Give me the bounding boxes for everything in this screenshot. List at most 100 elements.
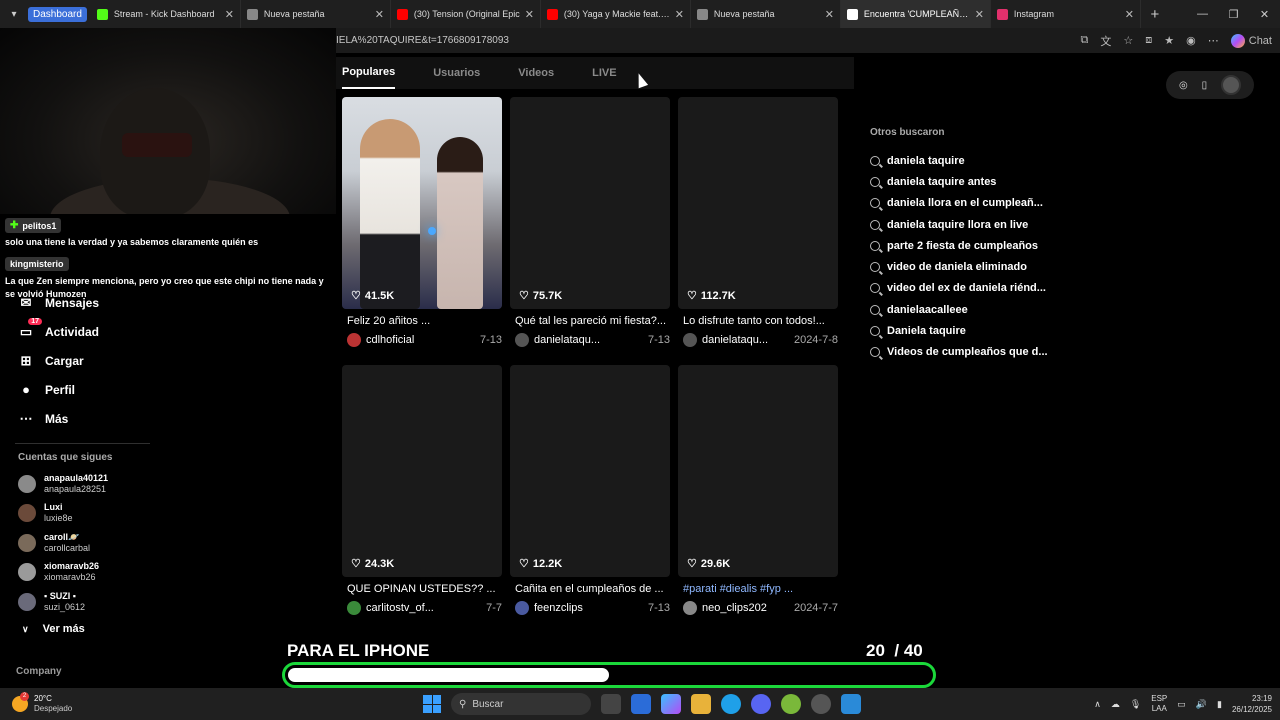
video-card[interactable]: ♡ 75.7K Qué tal les pareció mi fiesta?... d… [510, 97, 670, 347]
task-view-icon[interactable] [601, 694, 621, 714]
browser-tab[interactable]: Nueva pestaña ✕ [241, 0, 391, 28]
open-in-app-icon[interactable]: ⧉ [1081, 34, 1089, 47]
browser-tab[interactable]: Encuentra 'CUMPLEAÑOS DE D ✕ [840, 0, 991, 28]
author-name[interactable]: cdlhoficial [366, 334, 476, 346]
volume-icon[interactable]: 🔊 [1196, 699, 1207, 710]
author-name[interactable]: feenzclips [534, 602, 644, 614]
minimize-button[interactable]: — [1187, 8, 1218, 21]
author-avatar[interactable] [683, 601, 697, 615]
tab-close-icon[interactable]: ✕ [225, 8, 234, 21]
author-avatar[interactable] [515, 601, 529, 615]
sidebar-item-mensajes[interactable]: ✉ Mensajes [0, 288, 150, 317]
video-description[interactable]: Cañita en el cumpleaños de ... [510, 583, 670, 597]
edge-icon[interactable] [721, 694, 741, 714]
author-avatar[interactable] [683, 333, 697, 347]
suggestion-item[interactable]: parte 2 fiesta de cumpleaños [870, 235, 1070, 256]
tray-chevron-icon[interactable]: ∧ [1094, 699, 1101, 710]
device-icon[interactable]: ▯ [1202, 80, 1208, 91]
microphone-icon[interactable]: 🎙 [1130, 699, 1141, 710]
tab-close-icon[interactable]: ✕ [1125, 8, 1134, 21]
close-window-button[interactable]: ✕ [1249, 8, 1280, 21]
video-description[interactable]: Qué tal les pareció mi fiesta?... [510, 315, 670, 329]
compass-icon[interactable]: ◎ [1179, 80, 1188, 91]
store-icon[interactable] [631, 694, 651, 714]
new-tab-button[interactable]: + [1141, 6, 1169, 23]
video-description[interactable]: Lo disfrute tanto con todos!... [678, 315, 838, 329]
video-thumbnail[interactable]: ♡ 24.3K [342, 365, 502, 577]
language-indicator[interactable]: ESP LAA [1151, 694, 1167, 714]
followed-account[interactable]: caroll🪐 carollcarbal [0, 528, 150, 558]
video-card[interactable]: ♡ 112.7K Lo disfrute tanto con todos!... da… [678, 97, 838, 347]
sidebar-item-actividad[interactable]: ▭ 17 Actividad [0, 317, 150, 346]
author-avatar[interactable] [347, 333, 361, 347]
suggestion-item[interactable]: video del ex de daniela riénd... [870, 278, 1070, 299]
author-name[interactable]: neo_clips202 [702, 602, 790, 614]
suggestion-item[interactable]: danielaacalleee [870, 299, 1070, 320]
tab-videos[interactable]: Videos [518, 57, 554, 89]
suggestion-item[interactable]: Videos de cumpleaños que d... [870, 342, 1070, 363]
suggestion-item[interactable]: daniela taquire antes [870, 171, 1070, 192]
tab-group-chip[interactable]: Dashboard [28, 6, 87, 22]
weather-widget[interactable]: 2 20°C Despejado [0, 692, 200, 714]
tab-populares[interactable]: Populares [342, 57, 396, 89]
video-card[interactable]: ♡ 24.3K QUE OPINAN USTEDES?? ... carlitostv… [342, 365, 502, 615]
favorite-icon[interactable]: ☆ [1123, 34, 1133, 47]
author-avatar[interactable] [347, 601, 361, 615]
video-card[interactable]: ♡ 12.2K Cañita en el cumpleaños de ... feen… [510, 365, 670, 615]
url-field[interactable]: IELA%20TAQUIRE&t=1766809178093 [336, 35, 509, 46]
chat-username[interactable]: kingmisterio [5, 257, 69, 271]
discord-icon[interactable] [751, 694, 771, 714]
author-name[interactable]: carlitostv_of... [366, 602, 482, 614]
browser-tab[interactable]: (30) Yaga y Mackie feat. Arcang ✕ [541, 0, 691, 28]
video-card[interactable]: ♡ 41.5K Feliz 20 añitos ... cdlhoficial 7-13 [342, 97, 502, 347]
browser-tab[interactable]: Nueva pestaña ✕ [691, 0, 841, 28]
tab-close-icon[interactable]: ✕ [375, 8, 384, 21]
translate-icon[interactable]: 文 [1100, 33, 1111, 49]
author-name[interactable]: danielataqu... [534, 334, 644, 346]
app-icon-green[interactable] [781, 694, 801, 714]
video-thumbnail[interactable]: ♡ 12.2K [510, 365, 670, 577]
company-link[interactable]: Company [16, 666, 62, 677]
maximize-button[interactable]: ❐ [1218, 8, 1249, 21]
video-description[interactable]: #parati #diealis #fyp ... [678, 583, 838, 597]
browser-tab[interactable]: Stream - Kick Dashboard ✕ [91, 0, 241, 28]
tab-close-icon[interactable]: ✕ [975, 8, 984, 21]
suggestion-item[interactable]: video de daniela eliminado [870, 256, 1070, 277]
file-explorer-icon[interactable] [691, 694, 711, 714]
followed-account[interactable]: ▪ SUZI ▪ suzi_0612 [0, 587, 150, 617]
favorites-bar-icon[interactable]: ★ [1164, 34, 1174, 47]
video-thumbnail[interactable]: ♡ 29.6K [678, 365, 838, 577]
copilot-app-icon[interactable] [661, 694, 681, 714]
video-thumbnail[interactable]: ♡ 75.7K [510, 97, 670, 309]
browser-tab[interactable]: (30) Tension (Original Epic ✕ [391, 0, 541, 28]
suggestion-item[interactable]: Daniela taquire [870, 320, 1070, 341]
followed-account[interactable]: Luxi luxie8e [0, 499, 150, 529]
followed-account[interactable]: anapaula40121 anapaula28251 [0, 469, 150, 499]
taskbar-search[interactable]: ⚲ Buscar [451, 693, 591, 715]
tab-usuarios[interactable]: Usuarios [433, 57, 480, 89]
video-thumbnail[interactable]: ♡ 112.7K [678, 97, 838, 309]
video-description[interactable]: Feliz 20 añitos ... [342, 315, 502, 329]
extensions-icon[interactable]: ⧈ [1145, 34, 1152, 47]
suggestion-item[interactable]: daniela taquire llora en live [870, 214, 1070, 235]
tab-close-icon[interactable]: ✕ [825, 8, 834, 21]
chat-username[interactable]: ✚ pelitos1 [5, 218, 62, 233]
browser-tab[interactable]: Instagram ✕ [991, 0, 1141, 28]
sidebar-item-perfil[interactable]: ● Perfil [0, 375, 150, 404]
menu-dots-icon[interactable]: ⋯ [1208, 34, 1219, 47]
see-more-button[interactable]: ∨ Ver más [0, 617, 150, 642]
clock[interactable]: 23:19 26/12/2025 [1232, 693, 1272, 715]
network-icon[interactable]: ▭ [1177, 699, 1186, 710]
profile-avatar-icon[interactable]: ◉ [1186, 34, 1196, 47]
followed-account[interactable]: xiomaravb26 xiomaravb26 [0, 558, 150, 588]
tab-actions-icon[interactable]: ▾ [0, 0, 28, 28]
app-icon-blue[interactable] [841, 694, 861, 714]
video-thumbnail[interactable]: ♡ 41.5K [342, 97, 502, 309]
sidebar-item-cargar[interactable]: ⊞ Cargar [0, 346, 150, 375]
tab-close-icon[interactable]: ✕ [675, 8, 684, 21]
user-avatar[interactable] [1221, 75, 1242, 95]
onedrive-icon[interactable]: ☁ [1111, 699, 1120, 710]
battery-icon[interactable]: ▮ [1217, 699, 1222, 710]
author-name[interactable]: danielataqu... [702, 334, 790, 346]
author-avatar[interactable] [515, 333, 529, 347]
